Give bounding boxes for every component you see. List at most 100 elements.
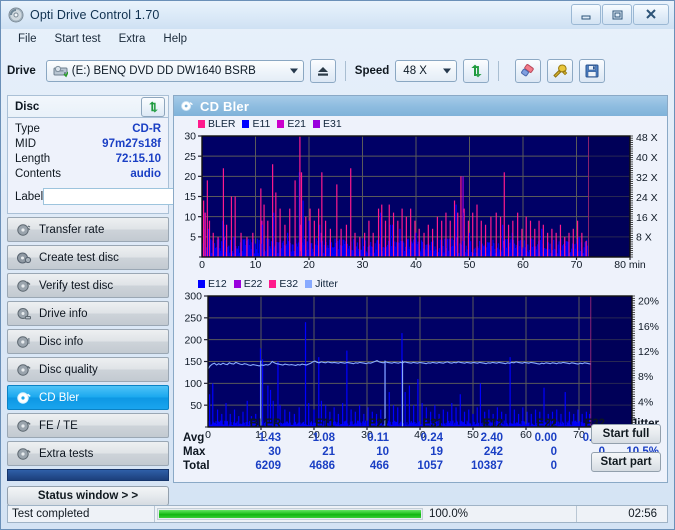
legend-item-e31: E31	[313, 118, 342, 130]
svg-text:16%: 16%	[638, 321, 659, 333]
erase-button[interactable]	[515, 59, 542, 83]
svg-text:200: 200	[184, 334, 202, 346]
app-window: Opti Drive Control 1.70 File Start test …	[0, 0, 675, 530]
col-e31: E31	[422, 417, 443, 430]
sidebar-item-extra-tests[interactable]: Extra tests	[7, 441, 169, 466]
start-full-button[interactable]: Start full	[591, 424, 661, 444]
svg-text:24 X: 24 X	[636, 192, 658, 204]
minimize-button[interactable]	[571, 4, 601, 25]
status-window-button[interactable]: Status window > >	[7, 486, 169, 506]
legend-swatch	[305, 280, 313, 288]
disc-refresh-button[interactable]	[141, 96, 165, 117]
sidebar-item-label: Extra tests	[39, 447, 94, 460]
speed-label: Speed	[354, 65, 390, 77]
disc-field-value: 72:15.10	[115, 153, 161, 165]
window-controls	[570, 4, 669, 25]
col-e22: E22	[536, 417, 557, 430]
sidebar-item-transfer-rate[interactable]: Transfer rate	[7, 217, 169, 242]
svg-text:32 X: 32 X	[636, 172, 658, 184]
sidebar-item-create-test-disc[interactable]: Create test disc	[7, 245, 169, 270]
svg-text:5: 5	[190, 231, 196, 243]
save-button[interactable]	[579, 59, 606, 83]
progress-bar	[157, 508, 423, 520]
sidebar-item-label: Verify test disc	[39, 279, 114, 292]
eject-button[interactable]	[309, 59, 336, 83]
svg-text:25: 25	[184, 151, 196, 163]
disc-field-value: CD-R	[132, 123, 161, 135]
speed-value: 48 X	[403, 65, 427, 77]
disc-section-header: Disc	[7, 95, 169, 117]
chevron-down-icon	[443, 68, 452, 74]
left-sidebar: Disc Type CD-R MID 97m27s18f Length 72:1…	[7, 95, 247, 506]
cell: 0.11	[367, 432, 389, 444]
disc-label-key: Label	[15, 190, 44, 203]
cell: 1.08	[312, 432, 335, 444]
svg-text:20: 20	[184, 171, 196, 183]
sidebar-item-drive-info[interactable]: Drive info	[7, 301, 169, 326]
maximize-button[interactable]	[602, 4, 632, 25]
legend-label: BLER	[208, 118, 236, 130]
tools-button[interactable]	[547, 59, 574, 83]
window-title: Opti Drive Control 1.70	[30, 8, 160, 22]
svg-text:100: 100	[184, 378, 202, 390]
sidebar-item-disc-quality[interactable]: Disc quality	[7, 357, 169, 382]
disc-verify-icon	[16, 278, 32, 294]
menu-item-help[interactable]: Help	[154, 31, 196, 47]
disc-info-icon	[16, 334, 32, 350]
cell: 10	[376, 446, 389, 458]
sidebar-item-fe-te[interactable]: FE / TE	[7, 413, 169, 438]
sidebar-item-cd-bler[interactable]: CD Bler	[7, 385, 169, 410]
disc-field-key: Length	[15, 153, 51, 165]
status-message: Test completed	[8, 506, 155, 522]
legend-swatch	[313, 120, 321, 128]
cell: 0.00	[534, 432, 557, 444]
sidebar-item-label: Disc info	[39, 335, 84, 348]
svg-text:250: 250	[184, 312, 202, 324]
sidebar-item-verify-test-disc[interactable]: Verify test disc	[7, 273, 169, 298]
svg-text:50: 50	[464, 259, 476, 271]
pane-title: CD Bler	[200, 98, 250, 114]
drive-label: Drive	[7, 65, 36, 77]
cell: 19	[430, 446, 443, 458]
speed-select[interactable]: 48 X	[395, 60, 458, 82]
disc-quality-icon	[16, 362, 32, 378]
menu-item-extra[interactable]: Extra	[110, 31, 155, 47]
sidebar-item-label: Create test disc	[39, 251, 119, 264]
menu-item-start-test[interactable]: Start test	[46, 31, 110, 47]
legend-item-e21: E21	[277, 118, 306, 130]
sidebar-item-disc-info[interactable]: Disc info	[7, 329, 169, 354]
statistics-panel: BLER E11 E21 E31 E12 E22 E32 Jitter Avg …	[174, 414, 667, 482]
start-part-button[interactable]: Start part	[591, 452, 661, 472]
drive-icon	[53, 65, 68, 78]
cell: 2.40	[480, 432, 503, 444]
svg-text:8%: 8%	[638, 371, 653, 383]
disc-field-value: audio	[130, 168, 161, 180]
progress-area: 100.0%	[155, 506, 577, 522]
svg-text:150: 150	[184, 356, 202, 368]
close-button[interactable]	[633, 4, 669, 25]
legend-swatch	[269, 280, 277, 288]
legend-label: E21	[287, 118, 307, 130]
pane-header: CD Bler	[174, 96, 667, 116]
cell: 21	[322, 446, 335, 458]
disc-field-contents: Contents audio	[15, 167, 161, 182]
svg-text:15: 15	[184, 191, 196, 203]
legend-swatch	[233, 280, 241, 288]
legend-label: E11	[252, 118, 271, 130]
cd-bler-icon	[180, 99, 194, 113]
refresh-button[interactable]	[463, 59, 490, 83]
svg-text:20%: 20%	[638, 296, 659, 308]
svg-text:10: 10	[184, 211, 196, 223]
drive-select[interactable]: (E:) BENQ DVD DD DW1640 BSRB	[45, 60, 304, 82]
svg-text:70: 70	[571, 259, 583, 271]
legend-label: E12	[208, 278, 227, 290]
sidebar-item-label: Disc quality	[39, 363, 98, 376]
legend-item-e11: E11	[242, 118, 270, 130]
legend-top: BLER E11 E21 E31	[174, 116, 667, 131]
disc-field-key: MID	[15, 138, 37, 150]
menu-item-file[interactable]: File	[9, 31, 46, 47]
disc-header-label: Disc	[15, 100, 40, 113]
test-actions: Start full Start part	[591, 424, 661, 480]
drive-toolbar: Drive (E:) BENQ DVD DD DW1640 BSRB Speed…	[7, 53, 668, 89]
legend-item-bler: BLER	[198, 118, 235, 130]
